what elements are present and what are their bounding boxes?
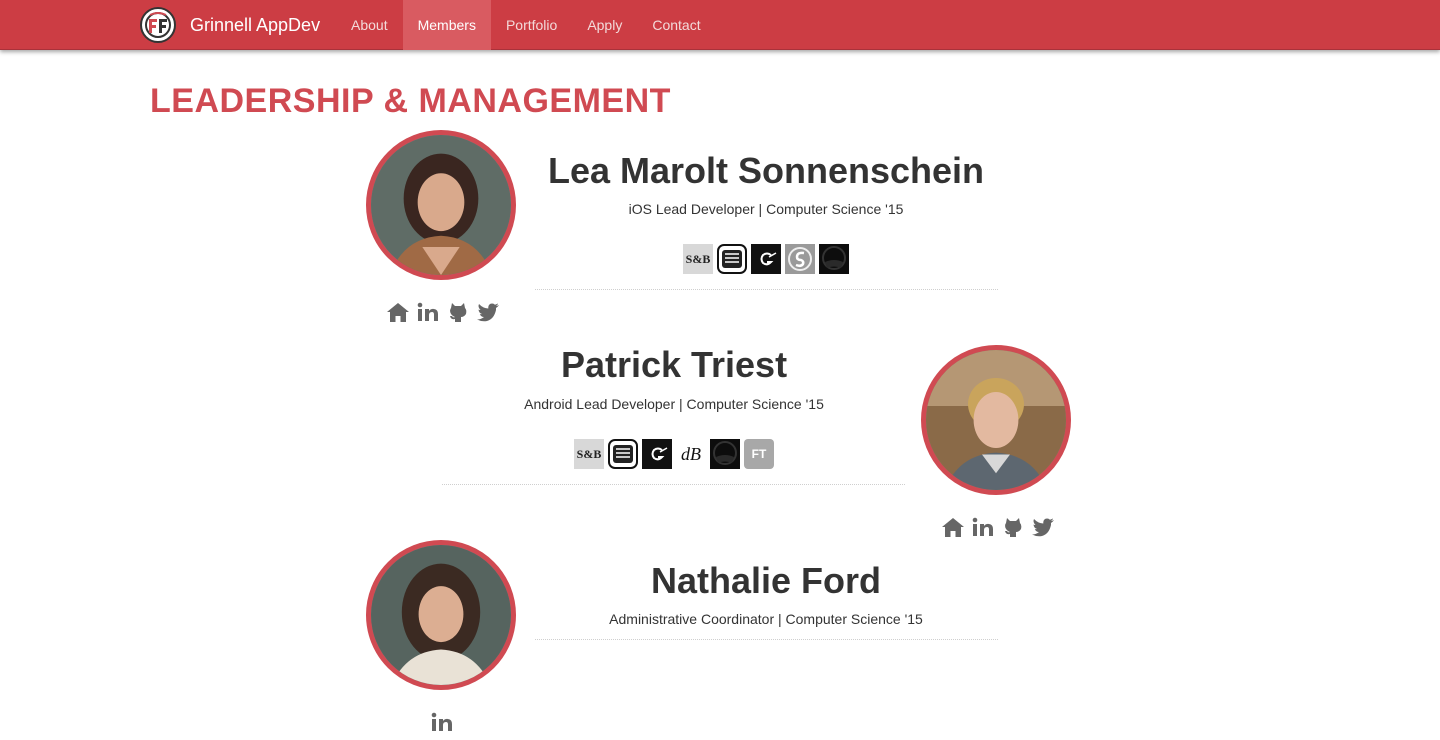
home-icon[interactable] (386, 300, 410, 324)
member-photo-lea (366, 130, 516, 280)
nav-contact[interactable]: Contact (637, 0, 715, 50)
member-name-patrick: Patrick Triest (560, 344, 788, 385)
app-menu-icon[interactable] (717, 244, 747, 274)
member-apps-lea: S&B (683, 244, 849, 274)
app-dark-icon[interactable] (710, 439, 740, 469)
member-photo-nathalie (366, 540, 516, 690)
nav-menu: About Members Portfolio Apply Contact (336, 0, 716, 50)
app-menu-icon[interactable] (608, 439, 638, 469)
app-g-icon[interactable] (751, 244, 781, 274)
member-role-patrick: Android Lead Developer | Computer Scienc… (524, 396, 824, 412)
nav-members[interactable]: Members (402, 0, 491, 50)
nav-about[interactable]: About (336, 0, 403, 50)
app-sb-icon[interactable]: S&B (683, 244, 713, 274)
member-socials-patrick (941, 515, 1055, 539)
member-photo-patrick (921, 345, 1071, 495)
brand-name: Grinnell AppDev (190, 14, 321, 35)
member-divider-lea (535, 289, 998, 290)
member-role-nathalie: Administrative Coordinator | Computer Sc… (609, 611, 923, 627)
member-apps-patrick: S&B dB FT (574, 439, 774, 469)
app-s-icon[interactable] (785, 244, 815, 274)
member-name-lea: Lea Marolt Sonnenschein (547, 150, 985, 191)
app-sb-icon[interactable]: S&B (574, 439, 604, 469)
nav-apply[interactable]: Apply (572, 0, 637, 50)
nav-portfolio[interactable]: Portfolio (491, 0, 572, 50)
member-divider-patrick (442, 484, 905, 485)
member-socials-nathalie (430, 710, 454, 734)
app-ft-icon[interactable]: FT (744, 439, 774, 469)
linkedin-icon[interactable] (430, 710, 454, 734)
member-divider-nathalie (535, 639, 998, 640)
twitter-icon[interactable] (1031, 515, 1055, 539)
member-name-nathalie: Nathalie Ford (650, 560, 882, 601)
github-icon[interactable] (446, 300, 470, 324)
linkedin-icon[interactable] (971, 515, 995, 539)
home-icon[interactable] (941, 515, 965, 539)
app-g-icon[interactable] (642, 439, 672, 469)
linkedin-icon[interactable] (416, 300, 440, 324)
navbar: Grinnell AppDev About Members Portfolio … (0, 0, 1440, 50)
section-title: LEADERSHIP & MANAGEMENT (150, 82, 671, 120)
app-db-icon[interactable]: dB (676, 439, 706, 469)
member-role-lea: iOS Lead Developer | Computer Science '1… (628, 201, 904, 217)
app-dark-icon[interactable] (819, 244, 849, 274)
brand-link[interactable]: Grinnell AppDev (140, 0, 320, 50)
member-socials-lea (386, 300, 500, 324)
github-icon[interactable] (1001, 515, 1025, 539)
brand-logo-icon (140, 7, 176, 43)
twitter-icon[interactable] (476, 300, 500, 324)
